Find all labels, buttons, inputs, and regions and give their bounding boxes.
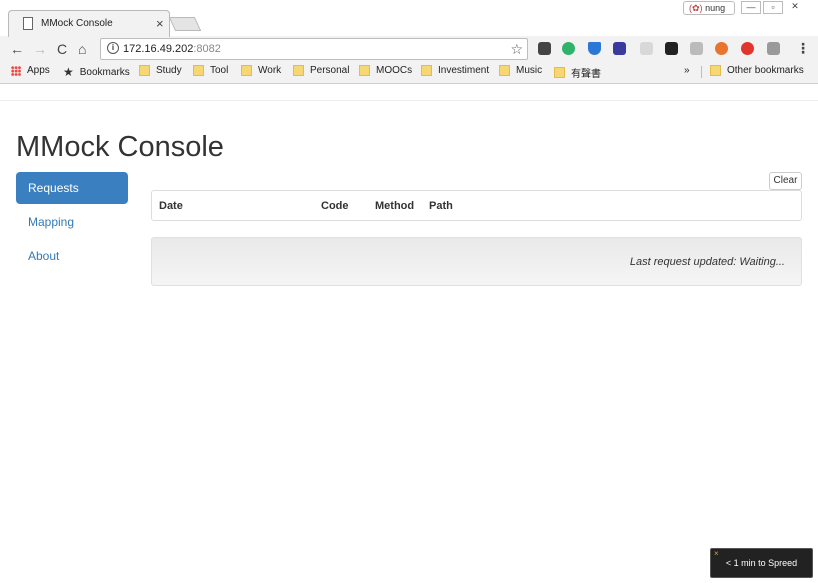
browser-toolbar: ← → C ⌂ i 172.16.49.202:8082 ☆ ⋮ — [0, 37, 818, 62]
home-icon[interactable]: ⌂ — [78, 40, 86, 58]
bookmark-label: Tool — [210, 65, 229, 76]
tab-strip: MMock Console × (✿) nung — ▫ ✕ — [0, 0, 818, 37]
bookmark-investiment[interactable]: Investiment — [421, 65, 489, 76]
bookmark-label: Personal — [310, 65, 350, 76]
tab-close-icon[interactable]: × — [156, 16, 164, 31]
bookmark-other[interactable]: Other bookmarks — [710, 65, 804, 76]
url-port: :8082 — [193, 43, 221, 55]
bookmark-tool[interactable]: Tool — [193, 65, 228, 76]
browser-chrome: MMock Console × (✿) nung — ▫ ✕ ← → C ⌂ i… — [0, 0, 818, 84]
v-extension-icon[interactable] — [588, 42, 601, 55]
bookmark-label: Investiment — [438, 65, 490, 76]
back-arrow-icon[interactable]: ← — [10, 40, 24, 58]
bookmarks-overflow-icon[interactable]: » — [684, 65, 690, 76]
bookmark-label: Study — [156, 65, 182, 76]
bookmark-apps[interactable]: Apps — [11, 65, 50, 76]
profile-badge[interactable]: (✿) nung — [683, 1, 735, 15]
bookmarks-bar: Apps ★ Bookmarks Study Tool Work Personal… — [0, 62, 818, 82]
clear-button[interactable]: Clear — [769, 172, 802, 190]
bookmark-apps-label: Apps — [27, 65, 50, 76]
copy-extension-icon[interactable] — [640, 42, 653, 55]
tab-title: MMock Console — [41, 18, 113, 29]
status-panel: Last request updated: Waiting... — [151, 237, 802, 286]
url-text: 172.16.49.202:8082 — [123, 43, 221, 55]
page-icon — [23, 17, 33, 30]
play-extension-icon[interactable] — [665, 42, 678, 55]
browser-tab[interactable]: MMock Console × — [8, 10, 170, 37]
bookmark-work[interactable]: Work — [241, 65, 281, 76]
profile-icon: (✿) — [689, 3, 703, 13]
last-request-status: Last request updated: Waiting... — [629, 256, 785, 268]
bookmark-star-icon[interactable]: ☆ — [510, 41, 523, 58]
column-header-method: Method — [375, 200, 415, 212]
profile-name: nung — [705, 3, 726, 13]
nav-item-mapping[interactable]: Mapping — [16, 206, 128, 238]
column-header-date: Date — [159, 200, 183, 212]
bookmark-bookmarks[interactable]: ★ Bookmarks — [63, 65, 130, 79]
chrome-menu-icon[interactable]: ⋮ — [796, 40, 810, 57]
folder-icon — [293, 65, 304, 76]
new-tab-button[interactable] — [168, 17, 202, 31]
purple-extension-icon[interactable] — [613, 42, 626, 55]
folder-icon — [139, 65, 150, 76]
column-header-path: Path — [429, 200, 453, 212]
star-icon: ★ — [63, 65, 74, 79]
folder-icon — [241, 65, 252, 76]
bookmark-label: Music — [516, 65, 543, 76]
notification-text: < 1 min to Spreed — [725, 558, 798, 568]
orange-extension-icon[interactable] — [715, 42, 728, 55]
bookmark-label: MOOCs — [376, 65, 413, 76]
folder-icon — [554, 67, 565, 78]
address-bar[interactable]: i 172.16.49.202:8082 ☆ — [100, 38, 528, 60]
bookmark-moocs[interactable]: MOOCs — [359, 65, 412, 76]
book-extension-icon[interactable] — [767, 42, 780, 55]
bookmark-personal[interactable]: Personal — [293, 65, 349, 76]
minimize-icon[interactable]: — — [741, 1, 761, 14]
bookmark-label: 有聲書 — [571, 69, 601, 80]
folder-icon — [710, 65, 721, 76]
bookmark-label: Bookmarks — [79, 66, 130, 78]
bookmarks-divider — [701, 66, 702, 78]
url-host: 172.16.49.202 — [123, 43, 194, 55]
forward-arrow-icon[interactable]: → — [33, 40, 47, 58]
bookmark-label: Work — [258, 65, 282, 76]
nav-item-requests[interactable]: Requests — [16, 172, 128, 204]
opera-extension-icon[interactable] — [741, 42, 754, 55]
bookmark-label: Other bookmarks — [727, 65, 804, 76]
bookmark-study[interactable]: Study — [139, 65, 182, 76]
sidebar-nav: Requests Mapping About — [16, 172, 128, 274]
pocket-extension-icon[interactable] — [538, 42, 551, 55]
page-content: MMock Console Requests Mapping About Cle… — [0, 85, 818, 583]
reader-extension-icon[interactable] — [690, 42, 703, 55]
folder-icon — [421, 65, 432, 76]
close-window-icon[interactable]: ✕ — [785, 1, 805, 14]
requests-table: Date Code Method Path — [151, 190, 802, 221]
nav-item-about[interactable]: About — [16, 240, 128, 272]
bookmark-audiobooks[interactable]: 有聲書 — [554, 65, 601, 80]
page-title: MMock Console — [16, 131, 224, 163]
close-icon[interactable]: × — [714, 540, 719, 568]
maximize-icon[interactable]: ▫ — [763, 1, 783, 14]
folder-icon — [359, 65, 370, 76]
column-header-code: Code — [321, 200, 349, 212]
folder-icon — [499, 65, 510, 76]
feedly-extension-icon[interactable] — [562, 42, 575, 55]
info-icon[interactable]: i — [107, 42, 119, 54]
apps-grid-icon — [11, 65, 21, 76]
bookmark-music[interactable]: Music — [499, 65, 542, 76]
folder-icon — [193, 65, 204, 76]
page-divider — [0, 100, 818, 101]
reload-icon[interactable]: C — [57, 40, 67, 58]
spreed-notification[interactable]: × < 1 min to Spreed — [710, 548, 813, 578]
